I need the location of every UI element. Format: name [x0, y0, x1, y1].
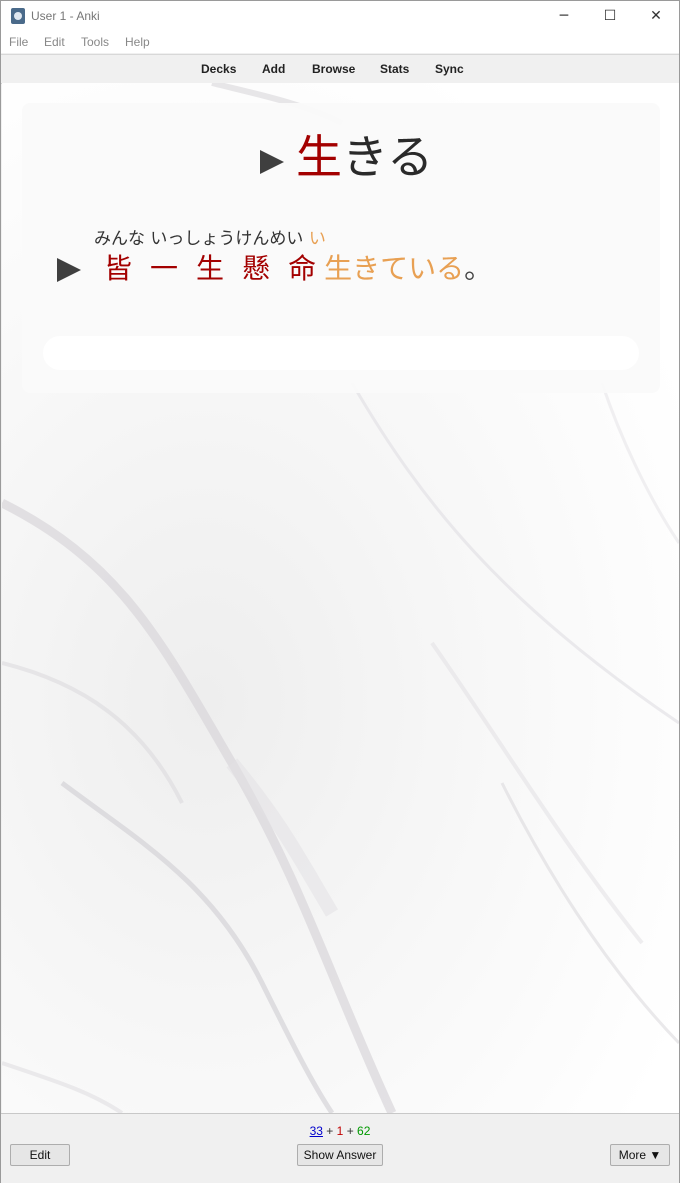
flashcard: 生きる みんな いっしょうけんめい い 皆一生懸命生きている。: [22, 103, 660, 393]
toolbar-stats[interactable]: Stats: [380, 62, 409, 76]
sentence-furigana: みんな いっしょうけんめい い: [94, 227, 326, 251]
word-kanji: 生: [296, 130, 342, 184]
sentence-kanji: 一: [150, 252, 179, 285]
show-answer-button[interactable]: Show Answer: [297, 1144, 383, 1166]
minimize-button[interactable]: ─: [541, 1, 587, 31]
furigana-accent: い: [308, 229, 326, 249]
example-sentence: 皆一生懸命生きている。: [104, 249, 492, 289]
title-bar: User 1 - Anki ─ ☐ ✕: [1, 1, 679, 31]
sentence-kanji: 懸: [242, 252, 271, 285]
toolbar-browse[interactable]: Browse: [312, 62, 355, 76]
review-count: 62: [357, 1124, 371, 1138]
close-button[interactable]: ✕: [633, 1, 679, 31]
toolbar-add[interactable]: Add: [262, 62, 285, 76]
card-word: 生きる: [296, 127, 433, 187]
play-audio-icon[interactable]: [260, 150, 284, 174]
maximize-button[interactable]: ☐: [587, 1, 633, 31]
count-separator: +: [326, 1124, 334, 1138]
furigana-text: みんな いっしょうけんめい: [94, 229, 309, 249]
toolbar-decks[interactable]: Decks: [201, 62, 236, 76]
anki-app-icon: [11, 8, 25, 24]
learning-count: 1: [336, 1124, 344, 1138]
edit-button[interactable]: Edit: [10, 1144, 70, 1166]
anki-window: User 1 - Anki ─ ☐ ✕ File Edit Tools Help…: [0, 0, 680, 1183]
sentence-kanji: 命: [288, 252, 317, 285]
sentence-kanji: 皆: [104, 252, 133, 285]
menu-tools[interactable]: Tools: [81, 35, 109, 49]
window-title: User 1 - Anki: [31, 9, 100, 23]
new-count[interactable]: 33: [310, 1124, 323, 1138]
play-audio-icon[interactable]: [57, 258, 81, 282]
bottom-bar: 33 + 1 + 62 Edit Show Answer More ▼: [1, 1113, 679, 1183]
answer-input[interactable]: [43, 336, 639, 370]
count-separator: +: [346, 1124, 354, 1138]
menu-file[interactable]: File: [9, 35, 28, 49]
menu-bar: File Edit Tools Help: [1, 31, 679, 53]
sentence-kanji: 生: [196, 252, 225, 285]
toolbar-sync[interactable]: Sync: [435, 62, 464, 76]
menu-help[interactable]: Help: [125, 35, 150, 49]
sentence-target-word: 生きている: [324, 252, 465, 285]
sentence-end: 。: [464, 252, 493, 285]
due-counts: 33 + 1 + 62: [1, 1124, 679, 1138]
word-kana: きる: [342, 130, 434, 184]
reviewer-area: 生きる みんな いっしょうけんめい い 皆一生懸命生きている。: [2, 83, 679, 1113]
menu-edit[interactable]: Edit: [44, 35, 65, 49]
main-toolbar: Decks Add Browse Stats Sync: [1, 54, 679, 84]
more-button[interactable]: More ▼: [610, 1144, 670, 1166]
